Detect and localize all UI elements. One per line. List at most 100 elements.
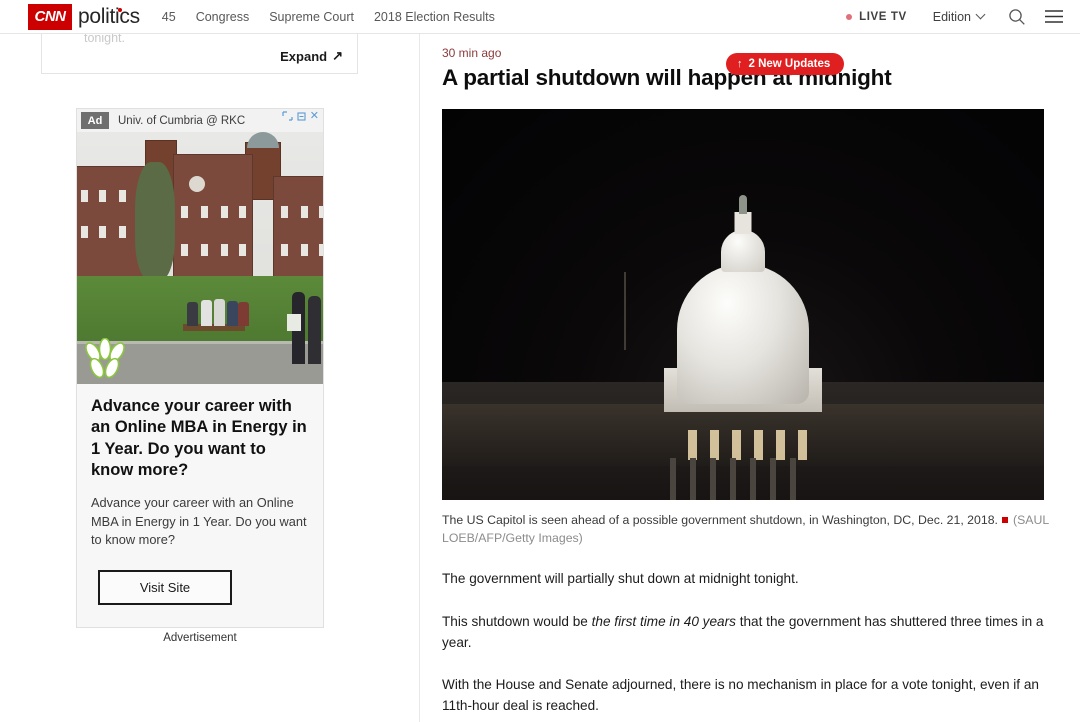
hero-drum-column (730, 458, 736, 500)
ad-window (119, 226, 126, 238)
ad-window (201, 206, 208, 218)
adchoices-icon[interactable] (282, 111, 293, 122)
clipped-story-card[interactable]: tonight. Expand ↗ (41, 34, 358, 74)
ad-window (221, 206, 228, 218)
nav-item-45[interactable]: 45 (162, 10, 176, 24)
ad-header-bar: Ad Univ. of Cumbria @ RKC ✕ (77, 109, 323, 132)
ad-headline: Advance your career with an Online MBA i… (91, 397, 307, 479)
ad-window (239, 206, 246, 218)
hero-drum-column (750, 458, 756, 500)
paragraph-emphasis: the first time in 40 years (591, 614, 736, 630)
logo-dot-icon (118, 8, 122, 12)
advertisement-unit: Ad Univ. of Cumbria @ RKC ✕ Advance your… (76, 108, 324, 628)
header-utilities: LIVE TV Edition (846, 8, 1064, 26)
ad-window (221, 244, 228, 256)
ad-window (281, 244, 288, 256)
hero-drum-column (690, 458, 696, 500)
edition-selector[interactable]: Edition (932, 9, 986, 24)
article-paragraph: The government will partially shut down … (442, 571, 799, 587)
site-header: CNN politics 45 Congress Supreme Court 2… (0, 0, 1080, 34)
ad-clock-icon (189, 176, 205, 192)
hero-dome-cupola (721, 230, 765, 272)
edition-label: Edition (932, 9, 971, 24)
ad-person (308, 296, 321, 364)
hero-lit-window (732, 430, 741, 460)
section-title[interactable]: politics (78, 6, 140, 27)
site-logo[interactable]: CNN politics (28, 3, 140, 30)
search-button[interactable] (1008, 8, 1026, 26)
ad-cta-button[interactable]: Visit Site (98, 570, 232, 605)
ad-tree (135, 162, 175, 280)
ad-window (319, 206, 323, 218)
ad-window (301, 206, 308, 218)
hero-drum-column (710, 458, 716, 500)
ad-controls: ✕ (282, 111, 319, 122)
image-caption: The US Capitol is seen ahead of a possib… (442, 511, 1054, 547)
ad-shopping-bag (287, 314, 301, 331)
ad-description: Advance your career with an Online MBA i… (91, 495, 307, 548)
paragraph-text-pre: This shutdown would be (442, 614, 592, 630)
search-icon (1009, 8, 1025, 25)
expand-arrow-icon: ↗ (332, 48, 343, 63)
ad-advertiser-name[interactable]: Univ. of Cumbria @ RKC (118, 115, 245, 127)
ad-close-icon[interactable]: ✕ (310, 111, 319, 122)
article-column: 30 min ago ↑ 2 New Updates A partial shu… (421, 34, 1080, 722)
ad-person (227, 301, 238, 326)
expand-link[interactable]: Expand ↗ (280, 48, 343, 64)
nav-item-congress[interactable]: Congress (196, 10, 250, 24)
hero-colonnade (442, 404, 1044, 466)
ad-info-icon[interactable] (296, 111, 307, 122)
hero-drum-column (670, 458, 676, 500)
ad-person (214, 299, 225, 326)
ad-window (181, 244, 188, 256)
new-updates-badge[interactable]: ↑ 2 New Updates (726, 53, 845, 75)
ad-window (201, 244, 208, 256)
new-updates-label: 2 New Updates (748, 58, 831, 70)
ad-person (238, 302, 249, 326)
ad-person (201, 300, 212, 326)
clipped-card-faded-text: tonight. (84, 34, 126, 45)
expand-label: Expand (280, 48, 328, 64)
hamburger-menu-icon (1045, 10, 1063, 23)
article-hero-image (442, 109, 1044, 500)
hero-freedom-statue (739, 195, 747, 214)
primary-nav: 45 Congress Supreme Court 2018 Election … (162, 10, 515, 24)
section-title-text: politics (78, 5, 140, 28)
hero-lit-window (688, 430, 697, 460)
ad-window (99, 190, 106, 202)
hero-lit-window (710, 430, 719, 460)
live-indicator-icon (846, 13, 853, 20)
ad-creative-image[interactable] (77, 132, 323, 384)
ad-window (81, 190, 88, 202)
hero-flagpole (624, 272, 626, 350)
hero-lit-window (798, 430, 807, 460)
ad-window (319, 244, 323, 256)
ad-window (99, 226, 106, 238)
ad-badge: Ad (81, 112, 109, 129)
ad-window (119, 190, 126, 202)
hero-lit-window (754, 430, 763, 460)
hero-lit-window (776, 430, 785, 460)
nav-item-supreme-court[interactable]: Supreme Court (269, 10, 354, 24)
cnn-logo-icon[interactable]: CNN (28, 3, 72, 30)
article-paragraph: This shutdown would be the first time in… (442, 612, 1046, 653)
nav-item-election-results[interactable]: 2018 Election Results (374, 10, 495, 24)
caption-text: The US Capitol is seen ahead of a possib… (442, 513, 998, 527)
ad-window (239, 244, 246, 256)
hero-dome-lantern (734, 212, 752, 234)
chevron-down-icon (975, 9, 986, 20)
ad-window (181, 206, 188, 218)
live-tv-button[interactable]: LIVE TV (846, 11, 907, 23)
hero-drum-column (790, 458, 796, 500)
arrow-up-icon: ↑ (737, 58, 743, 70)
menu-button[interactable] (1044, 9, 1064, 24)
ad-brand-leaf-logo (85, 338, 125, 379)
ad-text-block: Advance your career with an Online MBA i… (77, 384, 323, 550)
advertisement-disclosure-label: Advertisement (163, 632, 237, 644)
ad-window (81, 226, 88, 238)
article-paragraph: With the House and Senate adjourned, the… (442, 677, 1039, 713)
caption-separator-icon (1001, 517, 1008, 523)
sidebar-column: tonight. Expand ↗ Ad Univ. of Cumbria @ … (0, 34, 420, 722)
hero-drum-column (770, 458, 776, 500)
ad-window (281, 206, 288, 218)
